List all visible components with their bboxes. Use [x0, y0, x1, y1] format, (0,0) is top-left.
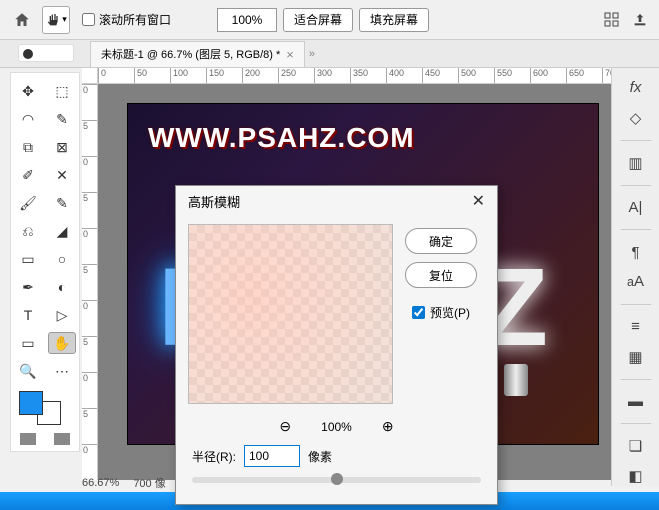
tab-overflow-icon[interactable]: » — [309, 48, 315, 60]
gradient-panel-icon[interactable]: ▬ — [624, 391, 648, 411]
toolbox: ✥ ⬚ ◠ ✎ ⧉ ⊠ ✐ ✕ 🖌 ✎ ⎌ ◢ ▭ ○ ✒ ◐ T ▷ ▭ ✋ 🔍 ⋯ — [10, 72, 80, 452]
ruler-origin[interactable] — [82, 68, 98, 84]
eraser-tool[interactable]: ◢ — [48, 220, 76, 242]
options-bar: ▾ 滚动所有窗口 适合屏幕 填充屏幕 — [0, 0, 659, 40]
scroll-all-label: 滚动所有窗口 — [99, 11, 171, 28]
quick-mask-icon[interactable] — [20, 433, 36, 445]
preview-zoom-value: 100% — [321, 420, 352, 434]
radius-input[interactable] — [244, 445, 300, 467]
lasso-tool[interactable]: ◠ — [14, 108, 42, 130]
radius-control: 半径(R): 像素 — [176, 441, 497, 471]
brush-tool[interactable]: 🖌 — [14, 192, 42, 214]
dodge-tool[interactable]: ◐ — [48, 276, 76, 298]
channels-panel-icon[interactable]: ◧ — [624, 466, 648, 486]
type-tool[interactable]: T — [14, 304, 42, 326]
zoom-tool[interactable]: 🔍 — [14, 360, 42, 382]
document-tab[interactable]: 未标题-1 @ 66.7% (图层 5, RGB/8) * × — [90, 41, 305, 67]
frame-tool[interactable]: ⊠ — [48, 136, 76, 158]
move-tool[interactable]: ✥ — [14, 80, 42, 102]
pencil-tool[interactable]: ✎ — [48, 192, 76, 214]
radius-label: 半径(R): — [192, 448, 236, 465]
document-tab-bar: 未标题-1 @ 66.7% (图层 5, RGB/8) * × » — [0, 40, 659, 68]
character-panel-icon[interactable]: A| — [624, 197, 648, 217]
hand-tool-indicator[interactable]: ▾ — [42, 6, 70, 34]
preview-label: 预览(P) — [430, 304, 470, 321]
fit-screen-button[interactable]: 适合屏幕 — [283, 8, 353, 32]
grid-icon[interactable] — [601, 9, 623, 31]
watermark-text: WWW.PSAHZ.COM — [148, 122, 415, 154]
healing-tool[interactable]: ✕ — [48, 164, 76, 186]
ok-button[interactable]: 确定 — [405, 228, 477, 254]
status-bar: 66.67% 700 像 — [82, 474, 166, 492]
status-zoom: 66.67% — [82, 477, 119, 489]
eyedropper-tool[interactable]: ✐ — [14, 164, 42, 186]
clone-tool[interactable]: ⎌ — [14, 220, 42, 242]
fill-screen-button[interactable]: 填充屏幕 — [359, 8, 429, 32]
glyphs-panel-icon[interactable]: aA — [624, 272, 648, 292]
close-tab-icon[interactable]: × — [286, 47, 294, 62]
pen-tool[interactable]: ✒ — [14, 276, 42, 298]
preview-zoom-controls: ⊖ 100% ⊕ — [176, 412, 497, 441]
zoom-out-icon[interactable]: ⊖ — [279, 418, 291, 435]
layers-panel-icon[interactable]: ❏ — [624, 436, 648, 456]
preview-checkbox-input[interactable] — [412, 306, 425, 319]
screen-mode-icon[interactable] — [54, 433, 70, 445]
tool-preset-chip[interactable] — [18, 44, 74, 62]
hand-tool[interactable]: ✋ — [48, 332, 76, 354]
zoom-in-icon[interactable]: ⊕ — [382, 418, 394, 435]
reset-button[interactable]: 复位 — [405, 262, 477, 288]
info-panel-icon[interactable]: ◇ — [624, 108, 648, 128]
crop-tool[interactable]: ⧉ — [14, 136, 42, 158]
brushes-panel-icon[interactable]: ≡ — [624, 317, 648, 337]
preview-checkbox[interactable]: 预览(P) — [412, 304, 470, 321]
gaussian-blur-dialog: 高斯模糊 ✕ 确定 复位 预览(P) ⊖ 100% ⊕ 半径(R): 像素 — [175, 185, 498, 505]
scroll-all-checkbox-input[interactable] — [82, 13, 95, 26]
color-swatches[interactable] — [11, 385, 79, 431]
quick-select-tool[interactable]: ✎ — [48, 108, 76, 130]
horizontal-ruler[interactable]: 0501001502002503003504004505005506006507… — [98, 68, 611, 84]
radius-unit: 像素 — [308, 448, 332, 465]
status-info: 700 像 — [133, 475, 165, 491]
vertical-ruler[interactable]: 05050505050 — [82, 84, 98, 480]
close-dialog-icon[interactable]: ✕ — [472, 191, 485, 211]
home-button[interactable] — [8, 6, 36, 34]
radius-slider[interactable] — [192, 477, 481, 483]
marquee-tool[interactable]: ⬚ — [48, 80, 76, 102]
libraries-icon[interactable]: ▥ — [624, 153, 648, 173]
scroll-all-windows-checkbox[interactable]: 滚动所有窗口 — [82, 11, 171, 28]
dialog-title: 高斯模糊 — [188, 192, 240, 211]
more-tools[interactable]: ⋯ — [48, 360, 76, 382]
share-icon[interactable] — [629, 9, 651, 31]
fx-panel-icon[interactable]: fx — [624, 78, 648, 98]
document-tab-title: 未标题-1 @ 66.7% (图层 5, RGB/8) * — [101, 46, 280, 62]
rectangle-tool[interactable]: ▭ — [14, 332, 42, 354]
foreground-color[interactable] — [19, 391, 43, 415]
metal-clip-right — [504, 364, 528, 396]
zoom-level-input[interactable] — [217, 8, 277, 32]
blur-tool[interactable]: ○ — [48, 248, 76, 270]
right-panel-strip: fx ◇ ▥ A| ¶ aA ≡ ▦ ▬ ❏ ◧ — [611, 68, 659, 486]
blur-preview[interactable] — [188, 224, 393, 404]
paragraph-panel-icon[interactable]: ¶ — [624, 242, 648, 262]
swatches-panel-icon[interactable]: ▦ — [624, 347, 648, 367]
gradient-tool[interactable]: ▭ — [14, 248, 42, 270]
path-select-tool[interactable]: ▷ — [48, 304, 76, 326]
dialog-titlebar[interactable]: 高斯模糊 ✕ — [176, 186, 497, 216]
